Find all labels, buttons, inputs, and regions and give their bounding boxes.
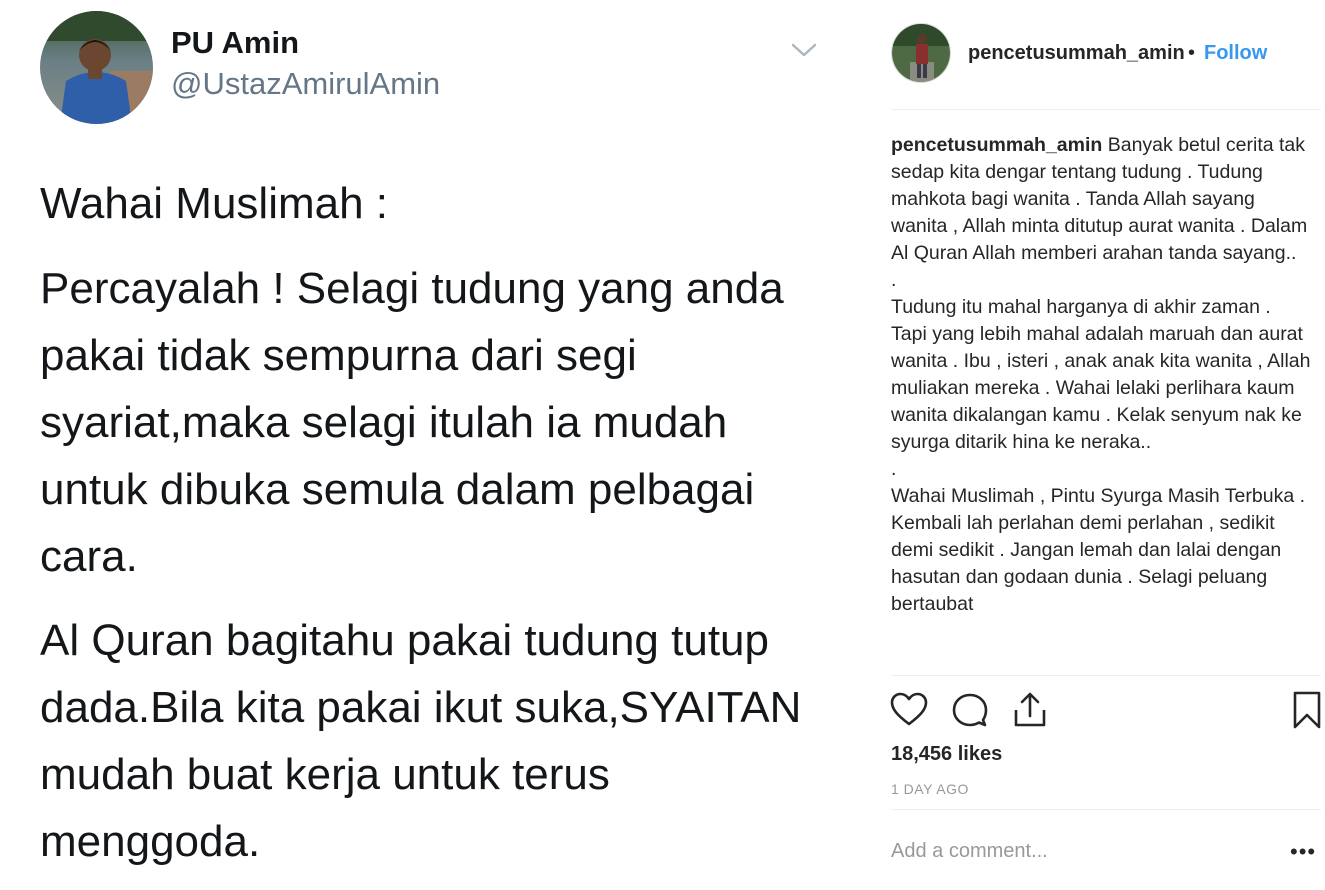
tweet-card: PU Amin @UstazAmirulAmin Wahai Muslimah … (0, 0, 862, 890)
instagram-username[interactable]: pencetusummah_amin (968, 42, 1185, 65)
comment-icon[interactable] (950, 690, 990, 730)
caption-text: . (891, 269, 897, 291)
more-options-icon[interactable]: ••• (1290, 841, 1316, 863)
caption-username[interactable]: pencetusummah_amin (891, 134, 1102, 156)
share-icon[interactable] (1010, 690, 1050, 730)
follow-button[interactable]: Follow (1204, 42, 1267, 65)
comment-input[interactable] (891, 840, 1271, 863)
caption-text: . (891, 458, 897, 480)
divider (891, 675, 1321, 676)
caption-text: Tudung itu mahal harganya di akhir zaman… (891, 296, 1311, 453)
avatar-photo (892, 24, 950, 82)
heart-icon[interactable] (889, 690, 929, 730)
tweet-paragraph: Percayalah ! Selagi tudung yang anda pak… (40, 264, 784, 581)
instagram-post-panel: pencetusummah_amin • Follow pencetusumma… (862, 0, 1325, 890)
divider (891, 809, 1321, 810)
post-caption: pencetusummah_amin Banyak betul cerita t… (891, 132, 1311, 670)
tweet-text: Wahai Muslimah : Percayalah ! Selagi tud… (40, 170, 840, 875)
instagram-avatar[interactable] (891, 23, 951, 83)
tweet-paragraph: Al Quran bagitahu pakai tudung tutup dad… (40, 616, 802, 866)
tweet-handle[interactable]: @UstazAmirulAmin (171, 66, 440, 102)
tweet-avatar[interactable] (40, 11, 153, 124)
avatar-photo (40, 11, 153, 124)
divider (891, 109, 1321, 110)
likes-count[interactable]: 18,456 likes (891, 743, 1002, 766)
bookmark-icon[interactable] (1287, 690, 1325, 730)
tweet-display-name[interactable]: PU Amin (171, 25, 299, 61)
header-separator: • (1188, 42, 1196, 64)
tweet-paragraph: Wahai Muslimah : (40, 179, 389, 228)
post-actions (889, 690, 1321, 732)
chevron-down-icon[interactable] (790, 40, 818, 60)
post-timestamp[interactable]: 1 DAY AGO (891, 781, 969, 797)
caption-text: Wahai Muslimah , Pintu Syurga Masih Terb… (891, 485, 1306, 615)
